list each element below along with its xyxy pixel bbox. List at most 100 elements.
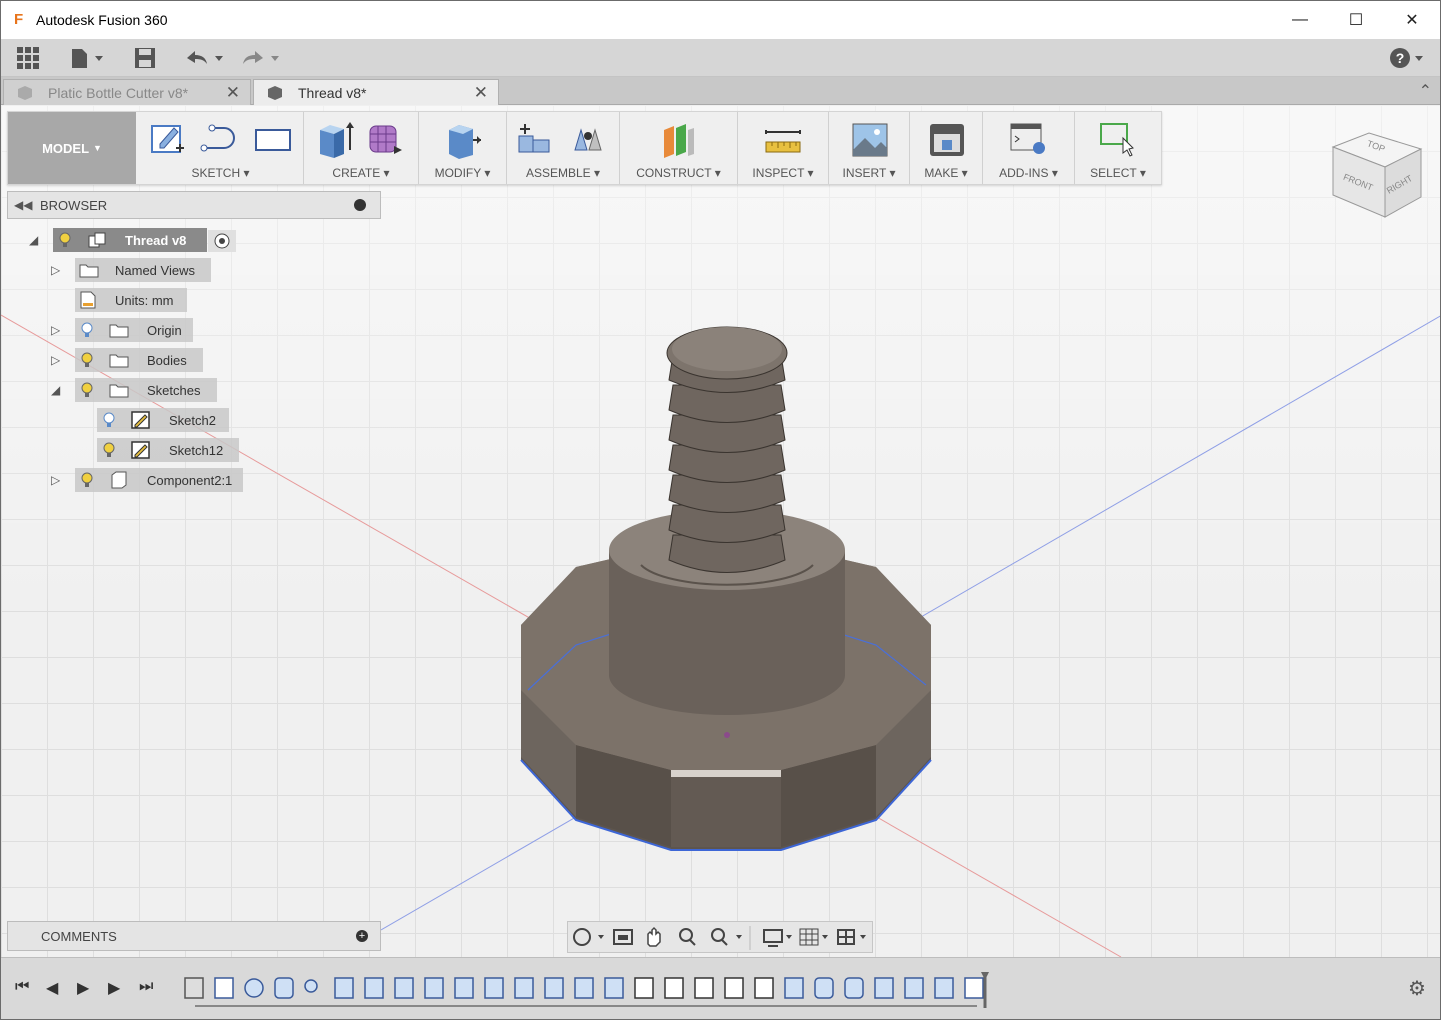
collapse-arrow-icon[interactable]: ◢ xyxy=(29,233,41,247)
folder-icon xyxy=(109,382,129,401)
tree-item-label: Units: mm xyxy=(115,292,174,308)
tree-item-bodies[interactable]: Bodies xyxy=(75,348,203,372)
go-to-end-icon[interactable]: ⏭ xyxy=(139,978,153,996)
root-label: Thread v8 xyxy=(125,232,187,248)
tree-item-named-views[interactable]: Named Views xyxy=(75,258,211,282)
grid-settings-icon xyxy=(799,928,828,946)
insert-group-label: INSERT ▾ xyxy=(842,166,896,180)
sketch-icon xyxy=(131,441,151,462)
tree-item-sketch12[interactable]: Sketch12 xyxy=(97,438,239,462)
visibility-bulb-icon[interactable] xyxy=(81,472,93,491)
timeline-bar: ⏮ ◀ ▶ ▶ ⏭ ⚙ xyxy=(1,957,1440,1019)
maximize-button[interactable]: ☐ xyxy=(1328,1,1384,39)
inspect-group[interactable]: INSPECT ▾ xyxy=(738,112,829,184)
tree-root-thread[interactable]: Thread v8 xyxy=(53,228,207,252)
go-to-start-icon[interactable]: ⏮ xyxy=(15,978,29,996)
tree-item-units[interactable]: Units: mm xyxy=(75,288,187,312)
zoom-icon xyxy=(679,928,696,946)
visibility-bulb-icon[interactable] xyxy=(81,352,93,371)
play-icon[interactable]: ▶ xyxy=(108,978,120,998)
component-icon xyxy=(87,232,107,251)
display-settings-icon xyxy=(763,929,792,947)
tree-item-label: Sketch12 xyxy=(169,442,224,458)
tree-item-label: Component2:1 xyxy=(147,472,233,488)
save-icon[interactable] xyxy=(133,45,157,71)
visibility-bulb-icon[interactable] xyxy=(103,442,115,461)
redo-icon[interactable] xyxy=(239,45,283,71)
create-group-label: CREATE ▾ xyxy=(332,166,390,180)
tab-thread[interactable]: Thread v8* ✕ xyxy=(253,79,499,105)
tree-item-label: Bodies xyxy=(147,352,187,368)
select-group[interactable]: SELECT ▾ xyxy=(1075,112,1161,184)
tree-item-origin[interactable]: Origin xyxy=(75,318,193,342)
add-comment-icon[interactable]: + xyxy=(356,930,368,942)
insert-group[interactable]: INSERT ▾ xyxy=(829,112,910,184)
construct-group-label: CONSTRUCT ▾ xyxy=(636,166,721,180)
close-tab-icon[interactable]: ✕ xyxy=(474,83,488,103)
timeline-features[interactable] xyxy=(181,972,1001,1012)
tree-item-component2[interactable]: Component2:1 xyxy=(75,468,243,492)
collapse-browser-icon[interactable]: ◀◀ xyxy=(14,198,32,212)
step-back-icon[interactable]: ◀ xyxy=(46,978,58,998)
tab-platic-bottle-cutter[interactable]: Platic Bottle Cutter v8* ✕ xyxy=(3,79,251,105)
navigation-bar xyxy=(567,921,873,953)
expand-arrow-icon[interactable]: ▷ xyxy=(51,353,63,367)
file-menu-icon[interactable] xyxy=(69,45,105,71)
svg-text:?: ? xyxy=(1396,50,1405,66)
tree-item-label: Sketch2 xyxy=(169,412,216,428)
visibility-bulb-icon[interactable] xyxy=(81,382,93,401)
measure-icon xyxy=(765,130,801,153)
tree-item-sketch2[interactable]: Sketch2 xyxy=(97,408,229,432)
tree-item-label: Named Views xyxy=(115,262,195,278)
help-icon[interactable]: ? xyxy=(1389,45,1429,71)
collapse-tabs-icon[interactable]: ⌃ xyxy=(1419,81,1432,101)
tree-item-sketches[interactable]: Sketches xyxy=(75,378,217,402)
bolt-model xyxy=(520,326,932,851)
close-button[interactable]: ✕ xyxy=(1384,1,1440,39)
component-icon xyxy=(266,85,284,101)
add-ins-group[interactable]: ADD-INS ▾ xyxy=(983,112,1075,184)
viewcube[interactable]: TOP FRONT RIGHT xyxy=(1329,125,1425,225)
visibility-bulb-off-icon[interactable] xyxy=(103,412,115,431)
close-tab-icon[interactable]: ✕ xyxy=(226,83,240,103)
collapse-arrow-icon[interactable]: ◢ xyxy=(51,383,63,397)
inspect-group-label: INSPECT ▾ xyxy=(752,166,814,180)
activate-radio-icon[interactable] xyxy=(208,230,236,252)
browser-panel-header[interactable]: ◀◀ BROWSER xyxy=(7,191,381,219)
data-panel-grid-icon[interactable] xyxy=(16,45,40,71)
modify-group-label: MODIFY ▾ xyxy=(434,166,491,180)
create-group[interactable]: CREATE ▾ xyxy=(304,112,419,184)
offset-plane-icon xyxy=(664,124,694,158)
new-component-icon xyxy=(518,124,550,153)
sketch-group[interactable]: SKETCH ▾ xyxy=(138,112,304,184)
ribbon-toolbar: MODEL ▼ SKETCH ▾ CREATE ▾ MODIFY ▾ ASSEMB… xyxy=(7,111,1162,185)
quick-access-toolbar: ? xyxy=(1,39,1440,77)
expand-arrow-icon[interactable]: ▷ xyxy=(51,323,63,337)
construct-group[interactable]: CONSTRUCT ▾ xyxy=(620,112,738,184)
play-reverse-icon[interactable]: ▶ xyxy=(77,978,89,998)
modify-group[interactable]: MODIFY ▾ xyxy=(419,112,507,184)
tree-item-label: Origin xyxy=(147,322,182,338)
document-tab-bar: Platic Bottle Cutter v8* ✕ Thread v8* ✕ … xyxy=(1,77,1440,105)
fusion-logo-icon: F xyxy=(14,11,24,28)
make-group[interactable]: MAKE ▾ xyxy=(910,112,983,184)
tree-item-label: Sketches xyxy=(147,382,201,398)
comments-panel-header[interactable]: COMMENTS + xyxy=(7,921,381,951)
fit-icon xyxy=(711,928,742,946)
timeline-settings-gear-icon[interactable]: ⚙ xyxy=(1408,976,1426,1001)
visibility-bulb-icon[interactable] xyxy=(59,232,71,251)
tab-label: Platic Bottle Cutter v8* xyxy=(48,84,189,101)
assemble-group[interactable]: ASSEMBLE ▾ xyxy=(507,112,620,184)
orbit-icon xyxy=(573,928,604,946)
assemble-group-label: ASSEMBLE ▾ xyxy=(525,166,601,180)
minimize-button[interactable]: — xyxy=(1272,1,1328,39)
browser-minimize-icon[interactable] xyxy=(354,199,366,211)
expand-arrow-icon[interactable]: ▷ xyxy=(51,473,63,487)
workspace-selector[interactable]: MODEL ▼ xyxy=(8,112,136,184)
add-ins-group-label: ADD-INS ▾ xyxy=(999,166,1058,180)
expand-arrow-icon[interactable]: ▷ xyxy=(51,263,63,277)
visibility-bulb-off-icon[interactable] xyxy=(81,322,93,341)
undo-icon[interactable] xyxy=(183,45,227,71)
workspace-label: MODEL xyxy=(42,140,90,156)
app-window: F Autodesk Fusion 360 — ☐ ✕ ? Platic Bot… xyxy=(0,0,1441,1020)
